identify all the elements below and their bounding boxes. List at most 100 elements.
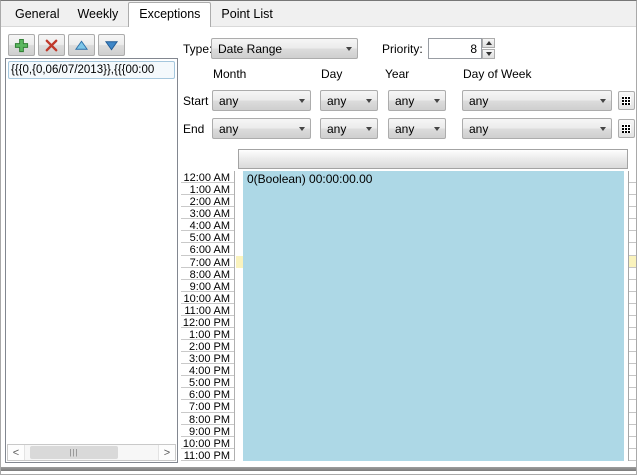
- chevron-down-icon: [434, 127, 440, 131]
- grid-left-gutter: [236, 171, 243, 461]
- end-year-value: any: [395, 122, 414, 136]
- horizontal-scrollbar[interactable]: < ||| >: [7, 444, 176, 461]
- chevron-right-icon: >: [164, 447, 170, 459]
- schedule-grid-cell[interactable]: [629, 449, 636, 461]
- start-row-label: Start: [183, 94, 208, 108]
- priority-input[interactable]: [428, 38, 482, 59]
- chevron-down-icon: [299, 99, 305, 103]
- schedule-grid-cell[interactable]: [629, 388, 636, 400]
- scrollbar-thumb[interactable]: |||: [30, 446, 118, 459]
- schedule-grid-cell[interactable]: [629, 437, 636, 449]
- schedule-grid-cell[interactable]: [629, 364, 636, 376]
- schedule-grid-cell[interactable]: [629, 183, 636, 195]
- schedule-grid-cell[interactable]: [629, 231, 636, 243]
- time-labels-column: 12:00 AM1:00 AM2:00 AM3:00 AM4:00 AM5:00…: [181, 171, 235, 461]
- x-icon: [44, 38, 59, 53]
- time-label: 10:00 PM: [181, 437, 234, 449]
- scroll-left-button[interactable]: <: [8, 445, 25, 460]
- priority-spinner: [482, 38, 495, 59]
- tab-point-list[interactable]: Point List: [213, 3, 280, 26]
- schedule-grid-cell[interactable]: [629, 304, 636, 316]
- tab-weekly[interactable]: Weekly: [69, 3, 126, 26]
- tab-bar: General Weekly Exceptions Point List: [1, 1, 636, 27]
- schedule-exceptions-window: General Weekly Exceptions Point List {{{…: [0, 0, 637, 475]
- schedule-grid-cell[interactable]: [629, 292, 636, 304]
- end-month-dropdown[interactable]: any: [212, 118, 311, 139]
- chevron-down-icon: [366, 127, 372, 131]
- delete-exception-button[interactable]: [38, 34, 65, 56]
- type-dropdown[interactable]: Date Range: [211, 38, 358, 59]
- exception-list-item[interactable]: {{{0,{0,06/07/2013}},{{{00:00: [8, 61, 175, 79]
- spin-down-button[interactable]: [482, 49, 495, 59]
- tab-exceptions[interactable]: Exceptions: [128, 2, 211, 27]
- schedule-grid-cell[interactable]: [629, 400, 636, 412]
- day-of-week-column-header: Day of Week: [463, 67, 531, 81]
- schedule-grid-cell[interactable]: [629, 243, 636, 255]
- start-year-value: any: [395, 94, 414, 108]
- time-label: 4:00 AM: [181, 219, 234, 231]
- start-day-of-week-value: any: [469, 94, 488, 108]
- time-label: 2:00 AM: [181, 195, 234, 207]
- chevron-down-icon: [600, 99, 606, 103]
- time-label: 6:00 AM: [181, 243, 234, 255]
- time-label: 7:00 AM: [181, 256, 234, 268]
- schedule-event-block[interactable]: 0(Boolean) 00:00:00.00: [243, 171, 624, 461]
- schedule-grid-cell[interactable]: [629, 425, 636, 437]
- schedule-grid-cell[interactable]: [629, 316, 636, 328]
- schedule-grid-cell[interactable]: [629, 280, 636, 292]
- time-label: 1:00 AM: [181, 183, 234, 195]
- tab-general[interactable]: General: [7, 3, 67, 26]
- schedule-grid-cell[interactable]: [629, 340, 636, 352]
- add-exception-button[interactable]: [8, 34, 35, 56]
- scroll-right-button[interactable]: >: [158, 445, 175, 460]
- time-label: 6:00 PM: [181, 388, 234, 400]
- start-month-value: any: [219, 94, 238, 108]
- time-label: 2:00 PM: [181, 340, 234, 352]
- end-year-dropdown[interactable]: any: [388, 118, 446, 139]
- start-year-dropdown[interactable]: any: [388, 90, 446, 111]
- chevron-left-icon: <: [13, 447, 19, 459]
- move-up-button[interactable]: [68, 34, 95, 56]
- end-month-value: any: [219, 122, 238, 136]
- schedule-grid-cell[interactable]: [629, 171, 636, 183]
- schedule-grid-cell[interactable]: [629, 352, 636, 364]
- move-down-button[interactable]: [98, 34, 125, 56]
- schedule-grid-cell[interactable]: [629, 328, 636, 340]
- schedule-grid-cell[interactable]: [629, 195, 636, 207]
- chevron-down-icon: [434, 99, 440, 103]
- end-day-dropdown[interactable]: any: [320, 118, 378, 139]
- time-label: 8:00 PM: [181, 413, 234, 425]
- schedule-grid-cell[interactable]: [629, 219, 636, 231]
- month-column-header: Month: [213, 67, 246, 81]
- start-day-value: any: [327, 94, 346, 108]
- plus-icon: [14, 38, 29, 53]
- schedule-grid-cell[interactable]: [629, 268, 636, 280]
- schedule-grid-cell[interactable]: [629, 256, 636, 268]
- schedule-grid-cell[interactable]: [629, 376, 636, 388]
- end-day-value: any: [327, 122, 346, 136]
- triangle-down-icon: [104, 38, 119, 53]
- window-bottom-edge: [1, 467, 636, 471]
- end-date-picker-button[interactable]: [618, 119, 635, 138]
- start-date-picker-button[interactable]: [618, 91, 635, 110]
- triangle-down-icon: [486, 52, 492, 56]
- end-day-of-week-dropdown[interactable]: any: [462, 118, 612, 139]
- spin-up-button[interactable]: [482, 38, 495, 48]
- chevron-down-icon: [366, 99, 372, 103]
- end-day-of-week-value: any: [469, 122, 488, 136]
- current-time-gutter-highlight: [236, 256, 243, 268]
- schedule-column-header[interactable]: [238, 149, 628, 169]
- time-label: 3:00 AM: [181, 207, 234, 219]
- triangle-up-icon: [74, 38, 89, 53]
- schedule-grid-cell[interactable]: [629, 413, 636, 425]
- start-day-of-week-dropdown[interactable]: any: [462, 90, 612, 111]
- start-day-dropdown[interactable]: any: [320, 90, 378, 111]
- time-label: 8:00 AM: [181, 268, 234, 280]
- triangle-up-icon: [486, 41, 492, 45]
- schedule-grid-cell[interactable]: [629, 207, 636, 219]
- day-column-header: Day: [321, 67, 342, 81]
- grid-icon: [622, 96, 631, 105]
- year-column-header: Year: [385, 67, 409, 81]
- start-month-dropdown[interactable]: any: [212, 90, 311, 111]
- type-label: Type:: [183, 42, 212, 56]
